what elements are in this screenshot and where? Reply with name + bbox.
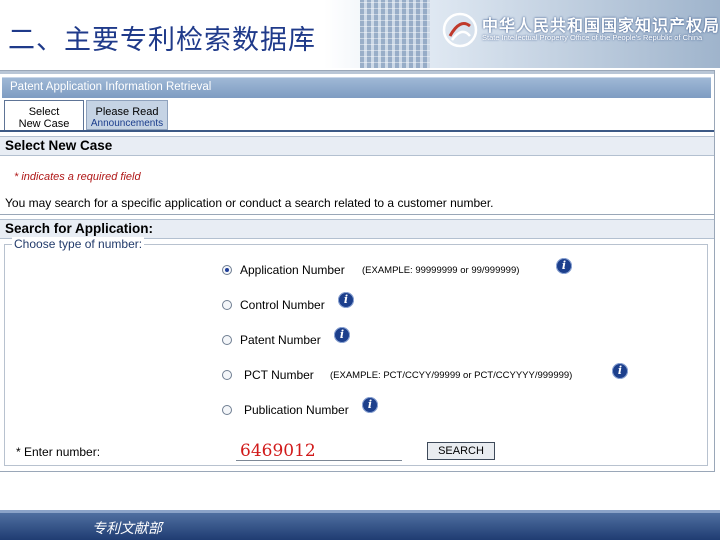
pair-page-frame: Patent Application Information Retrieval… <box>0 70 715 472</box>
tab-underline <box>0 130 714 132</box>
info-icon-application-number[interactable]: i <box>556 258 572 274</box>
number-type-legend: Choose type of number: <box>12 237 145 251</box>
label-publication-number: Publication Number <box>244 403 349 417</box>
tab-select-new-case[interactable]: Select New Case <box>4 100 84 130</box>
slide-header: 二、主要专利检索数据库 中华人民共和国国家知识产权局 State Intelle… <box>0 0 720 68</box>
radio-publication-number[interactable] <box>222 405 232 415</box>
info-icon-patent-number[interactable]: i <box>334 327 350 343</box>
select-new-case-title: Select New Case <box>5 138 113 153</box>
radio-control-number[interactable] <box>222 300 232 310</box>
radio-patent-number[interactable] <box>222 335 232 345</box>
search-button[interactable]: SEARCH <box>427 442 495 460</box>
select-new-case-heading: Select New Case <box>0 136 714 156</box>
application-number-input[interactable] <box>236 441 402 461</box>
tab-announcements[interactable]: Please Read Announcements <box>86 100 168 130</box>
example-pct-number: (EXAMPLE: PCT/CCYY/99999 or PCT/CCYYYY/9… <box>330 370 573 381</box>
tab-announce-line1: Please Read <box>95 106 159 118</box>
info-icon-control-number[interactable]: i <box>338 292 354 308</box>
app-title: Patent Application Information Retrieval <box>10 81 212 93</box>
tab-select-line1: Select <box>28 106 60 118</box>
example-application-number: (EXAMPLE: 99999999 or 99/999999) <box>362 265 520 276</box>
info-icon-pct-number[interactable]: i <box>612 363 628 379</box>
number-type-fieldset <box>4 244 708 466</box>
tab-select-line2: New Case <box>18 118 70 130</box>
label-pct-number: PCT Number <box>244 368 314 382</box>
frame-top-strip <box>0 71 714 74</box>
required-field-note: * indicates a required field <box>14 171 141 183</box>
section-divider <box>0 214 714 215</box>
sipo-logo-block: 中华人民共和国国家知识产权局 State Intellectual Proper… <box>442 10 719 50</box>
label-application-number: Application Number <box>240 263 345 277</box>
search-info-text: You may search for a specific applicatio… <box>5 196 494 210</box>
search-application-title: Search for Application: <box>5 221 154 236</box>
app-title-bar: Patent Application Information Retrieval <box>2 77 711 98</box>
slide-title: 二、主要专利检索数据库 <box>8 25 316 56</box>
info-icon-publication-number[interactable]: i <box>362 397 378 413</box>
search-application-heading: Search for Application: <box>0 219 714 239</box>
enter-number-label: * Enter number: <box>16 445 101 459</box>
tab-announce-line2: Announcements <box>90 118 164 129</box>
label-control-number: Control Number <box>240 298 325 312</box>
footer-department: 专利文献部 <box>92 521 162 537</box>
radio-pct-number[interactable] <box>222 370 232 380</box>
building-photo <box>360 0 430 68</box>
radio-application-number[interactable] <box>222 265 232 275</box>
label-patent-number: Patent Number <box>240 333 321 347</box>
sipo-logo-icon <box>442 12 478 48</box>
org-name-english: State Intellectual Property Office of th… <box>482 33 703 42</box>
